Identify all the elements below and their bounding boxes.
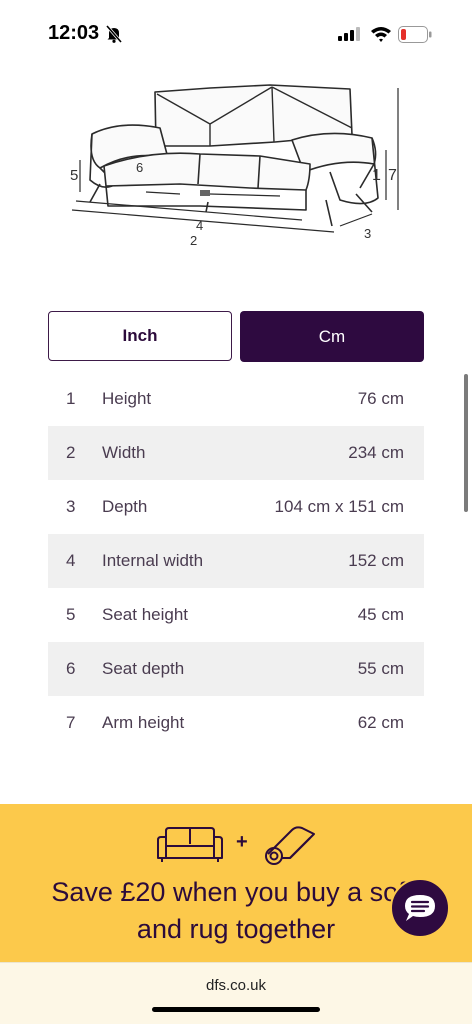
browser-url-bar[interactable]: dfs.co.uk bbox=[0, 962, 472, 1024]
table-row: 7 Arm height 62 cm bbox=[48, 696, 424, 750]
inch-button[interactable]: Inch bbox=[48, 311, 232, 361]
row-value: 76 cm bbox=[357, 389, 404, 408]
sofa-icon bbox=[157, 827, 223, 862]
row-label: Depth bbox=[102, 497, 148, 516]
plus-sign: + bbox=[236, 831, 248, 853]
row-number: 2 bbox=[66, 443, 76, 462]
unit-toggle: Inch Cm bbox=[48, 311, 424, 362]
drawing-label-7: 7 bbox=[388, 167, 397, 184]
row-value: 45 cm bbox=[357, 605, 404, 624]
status-time: 12:03 bbox=[48, 22, 100, 44]
drawing-label-1: 1 bbox=[372, 167, 381, 184]
row-value: 55 cm bbox=[357, 659, 404, 678]
chat-bubble-icon bbox=[405, 895, 435, 921]
table-row: 3 Depth 104 cm x 151 cm bbox=[48, 480, 424, 534]
row-label: Width bbox=[102, 443, 146, 462]
row-number: 5 bbox=[66, 605, 76, 624]
scrollbar[interactable] bbox=[464, 374, 468, 512]
drawing-label-6: 6 bbox=[136, 160, 143, 175]
drawing-label-2: 2 bbox=[190, 233, 197, 248]
row-number: 4 bbox=[66, 551, 76, 570]
table-row: 2 Width 234 cm bbox=[48, 426, 424, 480]
table-row: 4 Internal width 152 cm bbox=[48, 534, 424, 588]
dimensions-table: 1 Height 76 cm 2 Width 234 cm 3 Depth 10… bbox=[48, 372, 424, 750]
table-row: 1 Height 76 cm bbox=[48, 372, 424, 426]
row-label: Internal width bbox=[102, 551, 204, 570]
drawing-label-5: 5 bbox=[70, 167, 78, 184]
chat-button[interactable] bbox=[390, 878, 450, 938]
row-label: Seat depth bbox=[102, 659, 185, 678]
row-label: Seat height bbox=[102, 605, 189, 624]
wifi-icon bbox=[371, 27, 391, 42]
rolled-rug-icon bbox=[265, 826, 315, 865]
row-value: 62 cm bbox=[357, 713, 404, 732]
table-row: 6 Seat depth 55 cm bbox=[48, 642, 424, 696]
row-label: Height bbox=[102, 389, 152, 408]
drawing-label-4: 4 bbox=[196, 218, 203, 233]
table-row: 5 Seat height 45 cm bbox=[48, 588, 424, 642]
drawing-label-3: 3 bbox=[364, 226, 371, 241]
cellular-signal-icon bbox=[338, 27, 360, 41]
row-label: Arm height bbox=[102, 713, 185, 732]
promo-icons: + bbox=[0, 824, 472, 868]
row-value: 234 cm bbox=[348, 443, 404, 462]
sofa-dimension-drawing: 1 2 3 4 5 6 7 bbox=[70, 84, 399, 248]
battery-low-icon bbox=[398, 26, 432, 43]
row-number: 1 bbox=[66, 389, 76, 408]
bell-off-icon bbox=[106, 25, 122, 43]
home-indicator[interactable] bbox=[152, 1007, 320, 1012]
row-number: 7 bbox=[66, 713, 76, 732]
url-text[interactable]: dfs.co.uk bbox=[0, 977, 472, 994]
row-number: 6 bbox=[66, 659, 76, 678]
row-value: 104 cm x 151 cm bbox=[274, 497, 404, 516]
cm-button[interactable]: Cm bbox=[240, 311, 424, 362]
row-number: 3 bbox=[66, 497, 76, 516]
status-bar: 12:03 bbox=[0, 0, 472, 64]
row-value: 152 cm bbox=[348, 551, 404, 570]
